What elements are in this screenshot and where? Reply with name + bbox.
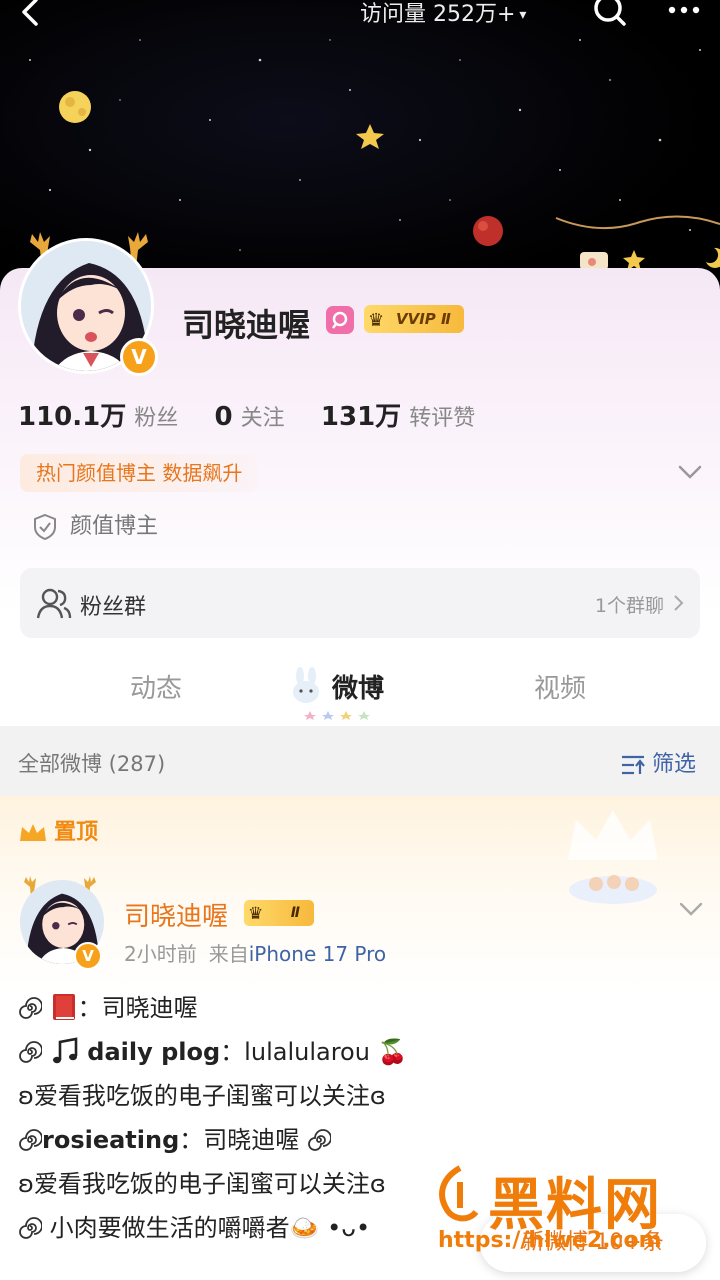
hot-blogger-tag[interactable]: 热门颜值博主 数据飙升 [20, 454, 259, 492]
filter-icon [622, 755, 645, 775]
search-icon[interactable] [590, 0, 630, 32]
certification-row: 颜值博主 [32, 508, 159, 541]
visit-count-label: 访问量 252万+ [360, 2, 516, 27]
crown-icon: ♛ [248, 904, 264, 924]
post-line: daily plog：lulalularou 🍒 [18, 1030, 708, 1074]
spiral-icon [19, 1217, 42, 1239]
dropdown-caret-icon: ▾ [519, 7, 527, 23]
all-weibo-count: 全部微博 (287) [18, 752, 166, 776]
profile-stats: 110.1万 粉丝 0 关注 131万 转评赞 [18, 396, 503, 436]
verified-badge-icon: V [74, 942, 102, 970]
stat-following[interactable]: 0 关注 [215, 400, 285, 432]
chevron-right-icon [674, 595, 684, 611]
spiral-icon [19, 997, 42, 1019]
fans-group-count: 1个群聊 [594, 595, 664, 617]
post-body[interactable]: ：司晓迪喔 daily plog：lulalularou 🍒 ʚ爱看我吃饭的电子… [18, 986, 708, 1250]
stat-followers[interactable]: 110.1万 粉丝 [18, 396, 178, 433]
post-line: ʚ爱看我吃饭的电子闺蜜可以关注ɞ [18, 1082, 386, 1110]
tab-dynamics[interactable]: 动态 [130, 668, 182, 705]
fans-group-label: 粉丝群 [80, 595, 147, 620]
post-line: ʚ爱看我吃饭的电子闺蜜可以关注ɞ [18, 1170, 386, 1198]
crown-icon: ♛ [368, 310, 385, 331]
certification-label: 颜值博主 [70, 514, 159, 539]
book-icon [52, 994, 75, 1020]
chevron-down-icon[interactable] [678, 900, 704, 918]
stat-interactions[interactable]: 131万 转评赞 [321, 396, 475, 433]
spiral-icon [19, 1129, 42, 1151]
post-line: rosieating：司晓迪喔 [18, 1118, 708, 1162]
filter-label: 筛选 [652, 752, 697, 777]
filter-bar: 全部微博 (287) 筛选 [0, 726, 720, 796]
post-line: ：司晓迪喔 [18, 986, 708, 1030]
bunny-decoration-icon [293, 667, 319, 703]
post-source-prefix: 来自 [208, 942, 249, 966]
pinned-label: 置顶 [18, 814, 98, 846]
top-bar: 访问量 252万+ ▾ [0, 0, 720, 40]
tab-video[interactable]: 视频 [534, 668, 586, 705]
tab-active-indicator [304, 711, 370, 720]
crown-icon [20, 824, 46, 841]
filter-button[interactable]: 筛选 [620, 746, 696, 778]
back-arrow-icon[interactable] [12, 0, 48, 34]
crown-decoration-icon [568, 810, 658, 904]
verified-badge-icon: V [120, 338, 158, 376]
post-time: 2小时前 [124, 942, 197, 966]
spiral-icon [19, 1041, 42, 1063]
fans-group-row[interactable]: 粉丝群 1个群聊 [20, 568, 700, 638]
tab-weibo[interactable]: 微博 [332, 668, 384, 705]
new-posts-pill[interactable]: 新微博 10+条 [480, 1214, 706, 1272]
pinned-post[interactable]: 置顶 V 司晓迪喔 ♛ Ⅱ 2小时前 来自iPhone 17 Pro ：司晓迪喔… [0, 796, 720, 1280]
more-options-icon[interactable] [664, 0, 704, 28]
vvip-badge[interactable]: ♛ VVIP Ⅱ [364, 305, 464, 333]
post-author-name[interactable]: 司晓迪喔 [124, 896, 228, 933]
post-device[interactable]: iPhone 17 Pro [249, 942, 386, 966]
profile-tabs: 动态 微博 视频 [0, 648, 720, 726]
music-note-icon [52, 1037, 77, 1064]
vip-level-badge[interactable]: ♛ Ⅱ [244, 900, 314, 926]
visit-count-dropdown[interactable]: 访问量 252万+ ▾ [360, 0, 526, 28]
shield-icon [34, 513, 56, 541]
profile-name: 司晓迪喔 [182, 306, 311, 344]
spiral-icon [308, 1129, 331, 1151]
group-icon [36, 588, 72, 619]
fan-badge-icon[interactable] [326, 306, 354, 334]
post-meta: 2小时前 来自iPhone 17 Pro [124, 938, 386, 967]
chevron-down-icon[interactable] [676, 462, 704, 482]
